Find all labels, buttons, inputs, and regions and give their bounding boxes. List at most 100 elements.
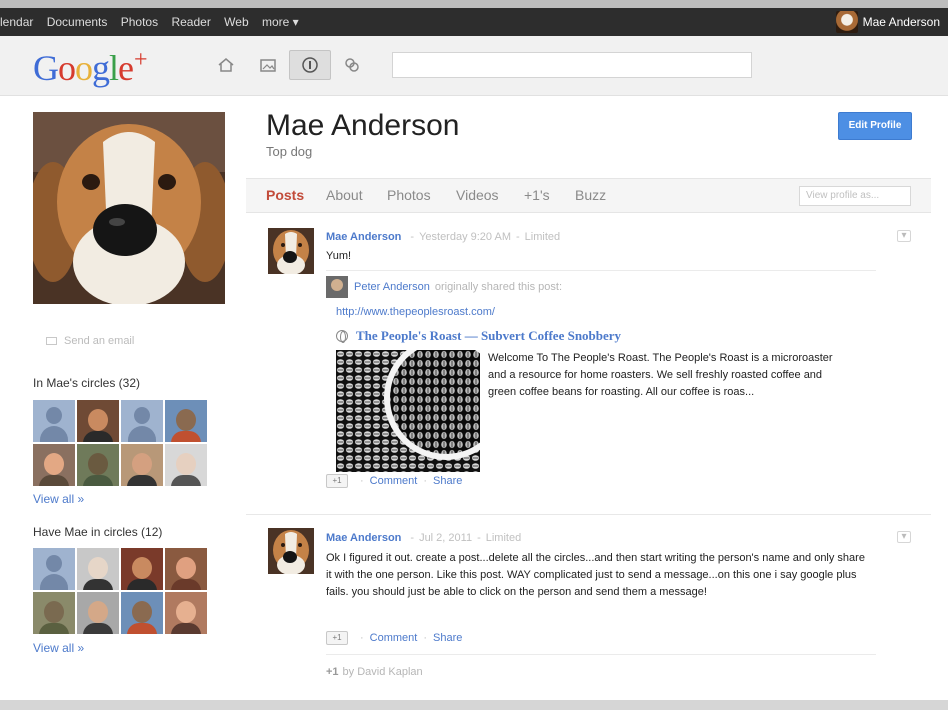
share-link[interactable]: Share xyxy=(433,632,462,644)
in-circles-grid xyxy=(33,400,209,486)
post-header: Mae Anderson - Yesterday 9:20 AM - Limited xyxy=(326,231,561,243)
circle-member-avatar[interactable] xyxy=(33,592,75,634)
circle-member-avatar[interactable] xyxy=(165,592,207,634)
circle-member-avatar[interactable] xyxy=(33,400,75,442)
comment-link[interactable]: Comment xyxy=(370,475,418,487)
shared-post-attribution: Peter Anderson originally shared this po… xyxy=(326,276,562,298)
shared-note: originally shared this post: xyxy=(434,281,563,293)
post-author-link[interactable]: Mae Anderson xyxy=(326,231,401,243)
plus-one-by-text[interactable]: by David Kaplan xyxy=(343,666,423,678)
circle-member-avatar[interactable] xyxy=(77,400,119,442)
beagle-profile-image xyxy=(33,112,225,304)
avatar[interactable] xyxy=(268,228,314,274)
account-menu[interactable]: Mae Anderson xyxy=(835,11,940,33)
post-header: Mae Anderson - Jul 2, 2011- Limited xyxy=(326,532,522,544)
profile-tagline: Top dog xyxy=(266,144,313,159)
circles-icon[interactable] xyxy=(331,50,373,80)
plus-one-attribution: +1 by David Kaplan xyxy=(326,666,423,678)
circle-member-avatar[interactable] xyxy=(165,400,207,442)
post-actions: +1 · Comment · Share xyxy=(326,631,462,645)
beagle-avatar-image xyxy=(268,528,314,574)
circle-member-avatar[interactable] xyxy=(77,592,119,634)
circle-member-avatar[interactable] xyxy=(121,444,163,486)
tab-photos[interactable]: Photos xyxy=(387,187,431,203)
google-bar: lendar Documents Photos Reader Web more … xyxy=(0,0,948,36)
link-thumbnail[interactable] xyxy=(336,350,480,472)
link-url[interactable]: http://www.thepeoplesroast.com/ xyxy=(336,306,495,318)
google-plus-logo[interactable]: Google+ xyxy=(33,47,148,89)
post-timestamp[interactable]: Yesterday 9:20 AM xyxy=(419,231,511,243)
coffee-beans-image xyxy=(336,350,480,472)
tab-posts[interactable]: Posts xyxy=(266,187,304,203)
sharer-link[interactable]: Peter Anderson xyxy=(354,281,430,293)
home-icon[interactable] xyxy=(205,50,247,80)
avatar xyxy=(835,11,858,33)
circle-member-avatar[interactable] xyxy=(77,444,119,486)
circle-member-avatar[interactable] xyxy=(165,548,207,590)
circle-member-avatar[interactable] xyxy=(165,444,207,486)
profile-icon[interactable] xyxy=(289,50,331,80)
nav-link-calendar[interactable]: lendar xyxy=(0,15,33,29)
have-in-circles-grid xyxy=(33,548,209,634)
beagle-avatar-image xyxy=(268,228,314,274)
edit-profile-button[interactable]: Edit Profile xyxy=(838,112,912,140)
have-in-circles-title: Have Mae in circles (12) xyxy=(33,525,163,539)
gplus-header: Google+ xyxy=(0,36,948,96)
account-name: Mae Anderson xyxy=(862,15,940,29)
view-profile-as-input[interactable]: View profile as... xyxy=(799,186,911,206)
plus-one-button[interactable]: +1 xyxy=(326,474,348,488)
send-email-label: Send an email xyxy=(64,335,135,347)
post-actions: +1 · Comment · Share xyxy=(326,474,462,488)
nav-link-more[interactable]: more ▾ xyxy=(262,15,299,29)
globe-icon xyxy=(336,330,348,343)
post-text: Yum! xyxy=(326,250,352,262)
comment-link[interactable]: Comment xyxy=(370,632,418,644)
post-timestamp[interactable]: Jul 2, 2011 xyxy=(419,532,472,544)
tab-buzz[interactable]: Buzz xyxy=(575,187,606,203)
window-bottom-edge xyxy=(0,700,948,710)
circle-member-avatar[interactable] xyxy=(33,444,75,486)
divider xyxy=(326,654,876,655)
tab-plusones[interactable]: +1's xyxy=(524,187,550,203)
tab-about[interactable]: About xyxy=(326,187,363,203)
photos-icon[interactable] xyxy=(247,50,289,80)
plus-one-button[interactable]: +1 xyxy=(326,631,348,645)
post-visibility[interactable]: Limited xyxy=(525,231,560,243)
search-input[interactable] xyxy=(392,52,752,78)
nav-link-reader[interactable]: Reader xyxy=(171,15,210,29)
post-menu-icon[interactable]: ▾ xyxy=(897,531,911,543)
nav-link-photos[interactable]: Photos xyxy=(121,15,158,29)
circle-member-avatar[interactable] xyxy=(77,548,119,590)
envelope-icon xyxy=(46,337,57,345)
link-description: Welcome To The People's Roast. The Peopl… xyxy=(488,352,833,398)
profile-photo[interactable] xyxy=(33,112,225,304)
share-link[interactable]: Share xyxy=(433,475,462,487)
circle-member-avatar[interactable] xyxy=(121,592,163,634)
in-circles-title: In Mae's circles (32) xyxy=(33,376,140,390)
profile-name: Mae Anderson xyxy=(266,109,460,142)
nav-link-documents[interactable]: Documents xyxy=(47,15,108,29)
google-bar-nav: lendar Documents Photos Reader Web more … xyxy=(0,15,309,29)
avatar[interactable] xyxy=(268,528,314,574)
post-text: Ok I figured it out. create a post...del… xyxy=(326,552,865,598)
view-all-in-circles-link[interactable]: View all » xyxy=(33,492,84,506)
tab-videos[interactable]: Videos xyxy=(456,187,499,203)
post-menu-icon[interactable]: ▾ xyxy=(897,230,911,242)
post-author-link[interactable]: Mae Anderson xyxy=(326,532,401,544)
link-title[interactable]: The People's Roast — Subvert Coffee Snob… xyxy=(336,328,621,344)
divider xyxy=(326,270,876,271)
stream-nav xyxy=(205,50,373,80)
avatar[interactable] xyxy=(326,276,348,298)
circle-member-avatar[interactable] xyxy=(33,548,75,590)
profile-tabs: Posts About Photos Videos +1's Buzz View… xyxy=(246,178,931,213)
divider xyxy=(246,514,931,515)
nav-link-web[interactable]: Web xyxy=(224,15,248,29)
post-visibility[interactable]: Limited xyxy=(486,532,521,544)
link-title-text: The People's Roast — Subvert Coffee Snob… xyxy=(356,328,622,343)
circle-member-avatar[interactable] xyxy=(121,548,163,590)
send-email-link[interactable]: Send an email xyxy=(46,335,134,347)
post: Mae Anderson - Jul 2, 2011- Limited ▾ Ok I … xyxy=(246,528,931,700)
post: Mae Anderson - Yesterday 9:20 AM - Limited ▾… xyxy=(246,228,931,508)
view-all-have-in-circles-link[interactable]: View all » xyxy=(33,641,84,655)
circle-member-avatar[interactable] xyxy=(121,400,163,442)
